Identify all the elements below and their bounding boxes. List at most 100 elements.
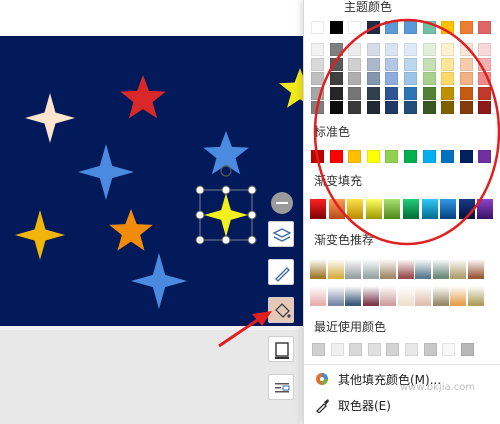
standard-color-swatch[interactable] (478, 150, 492, 163)
gradient-fill-swatch[interactable] (347, 199, 364, 219)
gradient-recommend-swatch[interactable] (415, 259, 431, 279)
theme-shade-swatch[interactable] (441, 57, 455, 71)
recent-color-swatch[interactable] (442, 343, 456, 356)
theme-shade-swatch[interactable] (422, 86, 436, 100)
theme-shade-swatch[interactable] (385, 72, 399, 85)
theme-color-swatch[interactable] (329, 21, 343, 34)
gradient-recommend-swatch[interactable] (397, 259, 414, 279)
theme-shade-swatch[interactable] (478, 43, 492, 56)
recent-color-swatch[interactable] (330, 343, 344, 356)
theme-shade-swatch[interactable] (404, 72, 417, 85)
gradient-recommend-swatch[interactable] (450, 286, 466, 306)
theme-shade-swatch[interactable] (459, 57, 473, 71)
gradient-fill-swatch[interactable] (440, 199, 457, 219)
theme-shade-swatch[interactable] (348, 86, 362, 100)
gradient-recommend-swatch[interactable] (310, 286, 326, 306)
theme-shade-swatch[interactable] (404, 101, 417, 114)
theme-shade-swatch[interactable] (441, 72, 455, 85)
theme-color-swatch[interactable] (311, 21, 324, 34)
gradient-fill-swatch[interactable] (310, 199, 326, 219)
theme-shade-swatch[interactable] (422, 43, 436, 56)
gradient-recommend-swatch[interactable] (362, 286, 379, 306)
theme-shade-swatch[interactable] (329, 43, 343, 56)
recent-color-swatch[interactable] (460, 343, 474, 356)
theme-shade-swatch[interactable] (366, 86, 380, 100)
gradient-fill-swatch[interactable] (365, 199, 382, 219)
gradient-fill-swatch[interactable] (384, 199, 401, 219)
theme-shade-swatch[interactable] (311, 72, 324, 85)
standard-color-swatch[interactable] (366, 150, 380, 163)
recent-color-swatch[interactable] (349, 343, 363, 356)
shape-outline-button[interactable] (268, 336, 294, 362)
theme-shade-swatch[interactable] (348, 43, 362, 56)
theme-shade-swatch[interactable] (459, 72, 473, 85)
gradient-fill-swatch[interactable] (477, 199, 494, 219)
theme-color-swatch[interactable] (441, 21, 455, 34)
theme-shade-swatch[interactable] (385, 86, 399, 100)
theme-color-swatch[interactable] (404, 21, 417, 34)
theme-shade-swatch[interactable] (348, 57, 362, 71)
text-wrap-button[interactable] (268, 374, 294, 400)
theme-color-swatch[interactable] (366, 21, 380, 34)
theme-shade-swatch[interactable] (329, 86, 343, 100)
standard-color-swatch[interactable] (404, 150, 417, 163)
collapse-button[interactable] (271, 192, 293, 214)
theme-shade-swatch[interactable] (422, 57, 436, 71)
standard-color-swatch[interactable] (441, 150, 455, 163)
gradient-recommend-swatch[interactable] (415, 286, 431, 306)
recent-color-swatch[interactable] (367, 343, 381, 356)
theme-shade-swatch[interactable] (329, 72, 343, 85)
theme-shade-swatch[interactable] (459, 43, 473, 56)
recent-color-swatch[interactable] (423, 343, 437, 356)
theme-shade-swatch[interactable] (385, 101, 399, 114)
theme-shade-swatch[interactable] (459, 86, 473, 100)
theme-color-swatch[interactable] (348, 21, 362, 34)
theme-shade-swatch[interactable] (348, 72, 362, 85)
outline-style-button[interactable] (268, 259, 294, 285)
theme-shade-swatch[interactable] (441, 86, 455, 100)
theme-shade-swatch[interactable] (404, 57, 417, 71)
theme-shade-swatch[interactable] (459, 101, 473, 114)
theme-color-swatch[interactable] (459, 21, 473, 34)
gradient-recommend-swatch[interactable] (362, 259, 379, 279)
theme-shade-swatch[interactable] (478, 86, 492, 100)
gradient-fill-swatch[interactable] (403, 199, 419, 219)
theme-color-swatch[interactable] (385, 21, 399, 34)
theme-shade-swatch[interactable] (311, 43, 324, 56)
theme-shade-swatch[interactable] (385, 43, 399, 56)
theme-shade-swatch[interactable] (366, 101, 380, 114)
layers-button[interactable] (268, 221, 294, 247)
theme-shade-swatch[interactable] (348, 101, 362, 114)
theme-shade-swatch[interactable] (385, 57, 399, 71)
standard-color-swatch[interactable] (348, 150, 362, 163)
theme-shade-swatch[interactable] (422, 101, 436, 114)
gradient-recommend-swatch[interactable] (380, 259, 396, 279)
theme-shade-swatch[interactable] (422, 72, 436, 85)
fill-button[interactable] (268, 297, 294, 323)
standard-color-swatch[interactable] (329, 150, 343, 163)
gradient-recommend-swatch[interactable] (310, 259, 326, 279)
theme-shade-swatch[interactable] (311, 86, 324, 100)
gradient-recommend-swatch[interactable] (397, 286, 414, 306)
recent-color-swatch[interactable] (386, 343, 400, 356)
theme-shade-swatch[interactable] (404, 86, 417, 100)
standard-color-swatch[interactable] (459, 150, 473, 163)
theme-shade-swatch[interactable] (478, 57, 492, 71)
gradient-recommend-swatch[interactable] (467, 259, 484, 279)
standard-color-swatch[interactable] (385, 150, 399, 163)
gradient-recommend-swatch[interactable] (432, 286, 449, 306)
gradient-recommend-swatch[interactable] (327, 259, 344, 279)
theme-shade-swatch[interactable] (441, 43, 455, 56)
theme-shade-swatch[interactable] (478, 72, 492, 85)
gradient-recommend-swatch[interactable] (380, 286, 396, 306)
recent-color-swatch[interactable] (405, 343, 418, 356)
theme-shade-swatch[interactable] (478, 101, 492, 114)
theme-shade-swatch[interactable] (329, 57, 343, 71)
gradient-recommend-swatch[interactable] (327, 286, 344, 306)
theme-shade-swatch[interactable] (404, 43, 417, 56)
theme-shade-swatch[interactable] (311, 101, 324, 114)
gradient-recommend-swatch[interactable] (450, 259, 466, 279)
theme-shade-swatch[interactable] (311, 57, 324, 71)
gradient-recommend-swatch[interactable] (467, 286, 484, 306)
gradient-fill-swatch[interactable] (328, 199, 345, 219)
